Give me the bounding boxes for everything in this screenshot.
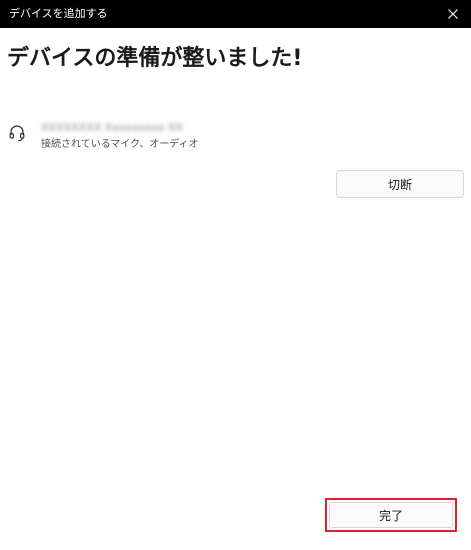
disconnect-button[interactable]: 切断 (336, 170, 464, 198)
close-icon (448, 9, 458, 19)
done-button-highlight: 完了 (325, 498, 457, 532)
page-title: デバイスの準備が整いました! (7, 46, 303, 71)
device-name: XXXXXXXX Xxxxxxxxx XX (41, 121, 183, 134)
title-bar: デバイスを追加する (0, 0, 471, 28)
headset-icon (9, 125, 25, 142)
device-status: 接続されているマイク、オーディオ (41, 139, 199, 150)
done-button[interactable]: 完了 (329, 502, 453, 528)
window-title: デバイスを追加する (9, 7, 108, 20)
close-button[interactable] (439, 1, 467, 27)
device-item: XXXXXXXX Xxxxxxxxx XX 接続されているマイク、オーディオ (8, 120, 308, 156)
